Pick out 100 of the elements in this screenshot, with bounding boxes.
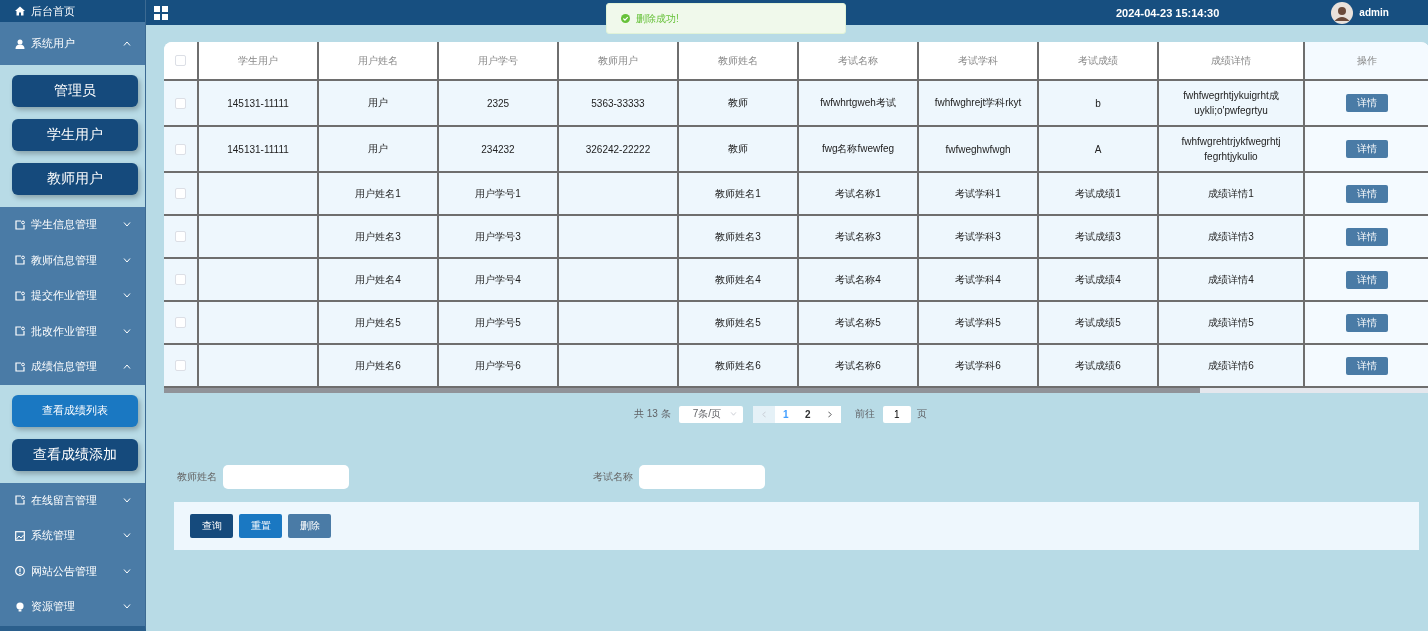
table-cell: 教师姓名6	[678, 344, 798, 387]
menu-item[interactable]: 提交作业管理	[0, 278, 145, 314]
document-icon	[15, 290, 25, 301]
submenu-button[interactable]: 查看成绩添加	[12, 438, 138, 471]
document-icon	[15, 495, 25, 506]
table-cell: 教师姓名4	[678, 258, 798, 301]
page-button[interactable]: 2	[796, 405, 819, 423]
table-cell: 145131-11111	[198, 80, 318, 126]
checkbox[interactable]	[175, 97, 186, 109]
column-header: 用户姓名	[318, 42, 438, 80]
table-cell: 用户姓名5	[318, 301, 438, 344]
submenu-button[interactable]: 管理员	[12, 75, 138, 107]
checkbox[interactable]	[175, 360, 186, 372]
table-cell: 考试成绩4	[1038, 258, 1158, 301]
column-header: 学生用户	[198, 42, 318, 80]
table-cell: 考试成绩3	[1038, 215, 1158, 258]
details-button[interactable]: 详情	[1346, 270, 1388, 289]
page-size-select[interactable]: 7条/页	[678, 405, 743, 423]
next-page-button[interactable]	[818, 405, 841, 423]
table-cell: b	[1038, 80, 1158, 126]
grid-icon[interactable]	[154, 5, 168, 20]
menu-item[interactable]: 在线留言管理	[0, 482, 145, 518]
menu-item[interactable]: 后台首页	[0, 0, 145, 22]
page-button[interactable]: 1	[774, 405, 797, 423]
table-cell: 用户学号1	[438, 172, 558, 215]
home-icon	[15, 6, 25, 16]
chevron-down-icon	[123, 222, 131, 228]
chevron-down-icon	[123, 257, 131, 263]
column-header: 成绩详情	[1158, 42, 1304, 80]
action-button[interactable]: 重置	[239, 514, 282, 538]
checkbox[interactable]	[175, 231, 186, 243]
table-cell: 用户学号5	[438, 301, 558, 344]
table-cell: fwg名称fwewfeg	[798, 126, 918, 172]
column-header: 考试成绩	[1038, 42, 1158, 80]
chevron-down-icon	[123, 533, 131, 539]
table-cell: 用户学号4	[438, 258, 558, 301]
table-cell: 用户学号3	[438, 215, 558, 258]
details-button[interactable]: 详情	[1346, 184, 1388, 203]
avatar-icon[interactable]	[1331, 1, 1354, 24]
table-cell: 教师	[678, 80, 798, 126]
input-field[interactable]	[223, 465, 349, 489]
input-field[interactable]	[639, 465, 765, 489]
table-cell: 145131-11111	[198, 126, 318, 172]
bulb-icon	[15, 601, 25, 612]
checkbox[interactable]	[175, 55, 186, 67]
user-name[interactable]: admin	[1359, 7, 1389, 18]
table-cell: 考试学科1	[918, 172, 1038, 215]
menu-item[interactable]: 网站公告管理	[0, 553, 145, 589]
action-button[interactable]: 删除	[288, 514, 331, 538]
table-cell: 考试学科4	[918, 258, 1038, 301]
date-time: 2024-04-23 15:14:30	[1116, 6, 1220, 19]
details-button[interactable]: 详情	[1346, 356, 1388, 375]
page-input[interactable]: 1	[882, 405, 911, 423]
menu-item[interactable]: 资源管理	[0, 589, 145, 625]
table-cell: 考试成绩1	[1038, 172, 1158, 215]
table-cell: 考试名称5	[798, 301, 918, 344]
chevron-down-icon	[123, 293, 131, 299]
table-cell: fwhfwghrejt学科rkyt	[918, 80, 1038, 126]
document-icon	[15, 219, 25, 230]
table-cell: 234232	[438, 126, 558, 172]
table-cell: 教师姓名5	[678, 301, 798, 344]
menu-item[interactable]: 成绩信息管理	[0, 349, 145, 385]
details-button[interactable]: 详情	[1346, 313, 1388, 332]
checkbox[interactable]	[175, 188, 186, 200]
field-label: 教师姓名	[177, 470, 217, 484]
submenu-button[interactable]: 查看成绩列表	[12, 394, 138, 427]
table-cell: fwfwhrtgweh考试	[798, 80, 918, 126]
menu-item[interactable]: 教师信息管理	[0, 242, 145, 278]
column-header: 考试学科	[918, 42, 1038, 80]
menu-item[interactable]: 系统用户	[0, 22, 145, 65]
submenu-button[interactable]: 学生用户	[12, 119, 138, 151]
table-cell: 用户姓名3	[318, 215, 438, 258]
column-header: 教师姓名	[678, 42, 798, 80]
checkbox[interactable]	[175, 317, 186, 329]
menu-item[interactable]: 系统管理	[0, 518, 145, 554]
toast-message: 删除成功!	[636, 11, 679, 26]
total-count: 共 13 条	[634, 407, 671, 421]
details-button[interactable]: 详情	[1346, 94, 1388, 112]
table-cell: 326242-22222	[558, 126, 678, 172]
checkbox[interactable]	[175, 143, 186, 155]
table-cell: 成绩详情3	[1158, 215, 1304, 258]
table-cell: 考试学科5	[918, 301, 1038, 344]
image-icon	[15, 530, 25, 541]
table-cell: 用户	[318, 80, 438, 126]
table-cell: 考试名称6	[798, 344, 918, 387]
chevron-down-icon	[123, 497, 131, 503]
scrollbar[interactable]	[164, 388, 1428, 393]
field-label: 考试名称	[593, 470, 633, 484]
submenu-button[interactable]: 教师用户	[12, 163, 138, 195]
checkbox[interactable]	[175, 274, 186, 286]
chevron-down-icon	[123, 568, 131, 574]
action-button[interactable]: 查询	[190, 514, 233, 538]
details-button[interactable]: 详情	[1346, 227, 1388, 246]
table-cell: 成绩详情1	[1158, 172, 1304, 215]
details-button[interactable]: 详情	[1346, 140, 1388, 158]
table-cell: 考试名称3	[798, 215, 918, 258]
column-header: 教师用户	[558, 42, 678, 80]
table-cell: 2325	[438, 80, 558, 126]
menu-item[interactable]: 批改作业管理	[0, 313, 145, 349]
menu-item[interactable]: 学生信息管理	[0, 207, 145, 243]
